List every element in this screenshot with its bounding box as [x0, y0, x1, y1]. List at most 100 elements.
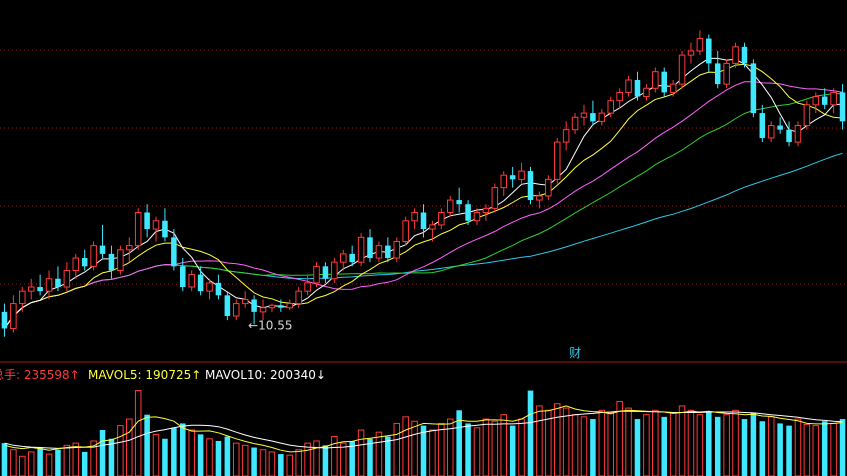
- volume-bar-down: [215, 440, 222, 476]
- candle-body-up: [803, 104, 811, 127]
- volume-bar-up: [393, 422, 401, 476]
- volume-bar-up: [259, 449, 267, 476]
- volume-bar-down: [634, 419, 641, 476]
- volume-bar-down: [171, 427, 177, 476]
- candle-body-up: [233, 303, 240, 317]
- volume-bar-up: [473, 427, 481, 476]
- candle-body-up: [339, 253, 347, 263]
- volume-bar-up: [241, 444, 249, 476]
- candle-body-up: [794, 125, 802, 143]
- volume-bar-up: [429, 429, 436, 476]
- volume-bar-down: [322, 445, 329, 476]
- volume-bar-up: [286, 454, 294, 476]
- candle-body-up: [134, 211, 142, 247]
- volume-bar-down: [777, 423, 783, 476]
- volume-bar-up: [63, 444, 71, 476]
- candle: [794, 121, 802, 147]
- volume-bar-up: [696, 414, 704, 476]
- candle-body-up: [268, 304, 276, 309]
- volume-bar-up: [482, 418, 490, 476]
- candle-body-down: [108, 253, 115, 271]
- candle-body-down: [750, 63, 757, 114]
- volume-bar-down: [251, 447, 257, 476]
- volume-bar-up: [117, 425, 124, 476]
- candle: [134, 208, 142, 250]
- candle-body-down: [322, 266, 329, 279]
- candle-body-up: [446, 199, 454, 213]
- candle-body-up: [500, 174, 508, 189]
- candle-body-down: [162, 220, 168, 238]
- volume-bar-down: [162, 438, 168, 476]
- volume-bar-up: [536, 405, 543, 476]
- candle-body-down: [278, 305, 284, 308]
- candle-body-up: [696, 38, 704, 52]
- volume-bar-up: [794, 418, 802, 476]
- volume-bar-up: [812, 425, 820, 476]
- candle-body-up: [259, 307, 267, 313]
- candle: [117, 245, 124, 275]
- candle-body-down: [420, 212, 427, 230]
- candle-body-up: [331, 261, 338, 280]
- candle-body-up: [19, 290, 26, 305]
- volume-bar-up: [732, 409, 739, 476]
- candle-body-down: [385, 245, 391, 259]
- volume-bar-up: [723, 414, 730, 476]
- candle-body-up: [90, 245, 97, 267]
- candle-body-down: [456, 200, 462, 205]
- candle: [313, 262, 320, 288]
- candle-body-up: [10, 303, 17, 329]
- volume-bar-down: [786, 425, 792, 476]
- candle-body-up: [63, 269, 71, 288]
- candle-body-down: [590, 113, 596, 122]
- volume-bar-down: [81, 451, 88, 476]
- candle-body-up: [126, 245, 133, 251]
- candle-body-down: [197, 274, 204, 292]
- volume-bar-down: [55, 449, 61, 476]
- mavol10-label: MAVOL10: 200340↓: [205, 368, 326, 382]
- volume-bar-up: [268, 451, 276, 476]
- volume-bar-up: [518, 418, 525, 476]
- volume-bar-down: [37, 447, 43, 476]
- volume-bar-up: [438, 422, 445, 476]
- volume-bar-up: [643, 414, 650, 476]
- candle-body-up: [188, 274, 195, 288]
- volume-bar-down: [527, 390, 534, 476]
- volume-bar-up: [357, 429, 365, 476]
- volume-bar-up: [45, 453, 53, 476]
- candle: [402, 216, 409, 246]
- candle: [545, 175, 552, 201]
- candle-body-down: [661, 71, 667, 93]
- volume-bar-down: [465, 423, 471, 476]
- volume-bar-up: [652, 409, 659, 476]
- volume-bar-down: [759, 421, 766, 476]
- volume-bar-down: [385, 436, 391, 476]
- candle-body-up: [429, 224, 436, 230]
- candle: [661, 67, 667, 97]
- candle-body-up: [241, 298, 249, 305]
- candle-body-down: [759, 113, 766, 138]
- volume-bar-up: [767, 416, 775, 476]
- candle: [553, 137, 561, 184]
- volume-bar-down: [144, 414, 150, 476]
- candle-body-up: [652, 71, 659, 89]
- volume-bar-up: [188, 429, 195, 476]
- candle-body-up: [375, 245, 383, 259]
- event-marker-finance[interactable]: 财: [569, 346, 581, 360]
- candle-body-down: [821, 96, 828, 105]
- volume-bar-down: [509, 425, 516, 476]
- candle-body-down: [1, 311, 8, 329]
- volume-bar-up: [304, 442, 311, 476]
- volume-bar-up: [27, 451, 35, 476]
- volume-bar-up: [607, 411, 614, 476]
- volume-bar-down: [750, 412, 757, 476]
- candle-body-down: [55, 278, 61, 288]
- candle: [723, 59, 730, 89]
- volume-bar-up: [562, 407, 570, 476]
- volume-bar-up: [126, 418, 133, 476]
- volume-bar-up: [233, 442, 240, 476]
- volume-bar-down: [661, 416, 667, 476]
- volume-bar-down: [224, 436, 231, 476]
- volume-bar-up: [295, 449, 302, 476]
- volume-bar-down: [99, 430, 106, 476]
- candle-body-up: [438, 211, 445, 226]
